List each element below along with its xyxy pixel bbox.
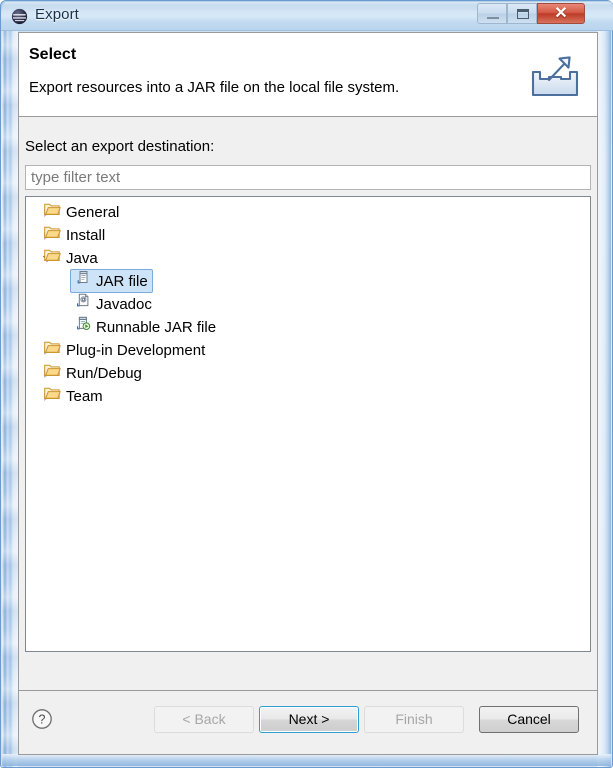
tree-item-content: Team <box>42 384 107 408</box>
tree-item-label: Plug-in Development <box>66 341 206 359</box>
maximize-button[interactable] <box>507 3 537 24</box>
next-button[interactable]: Next > <box>259 706 359 733</box>
tree-item-content: JAR file <box>70 269 153 294</box>
tree-item-run-debug[interactable]: Run/Debug <box>26 361 590 384</box>
jar-file-icon <box>75 269 91 291</box>
eclipse-icon <box>11 8 28 25</box>
window-frame-bottom-edge <box>2 754 611 766</box>
wizard-body: Select an export destination: General Ins… <box>19 118 597 690</box>
window-title: Export <box>35 6 79 23</box>
folder-icon <box>44 200 61 223</box>
tree-item-java[interactable]: Java <box>26 246 590 269</box>
folder-icon <box>44 246 61 269</box>
wizard-header: Select Export resources into a JAR file … <box>19 33 597 117</box>
export-destination-tree[interactable]: General Install Java JAR file Javadoc Runnabl… <box>25 196 591 652</box>
close-button[interactable]: ✕ <box>537 3 585 24</box>
tree-item-install[interactable]: Install <box>26 223 590 246</box>
tree-item-content: Java <box>42 246 102 270</box>
tree-item-content: Javadoc <box>73 292 156 316</box>
window-frame: Export ✕ Select Export resources into a … <box>0 0 613 768</box>
tree-item-label: Team <box>66 387 103 405</box>
tree-item-label: Install <box>66 226 106 244</box>
tree-item-plug-in-development[interactable]: Plug-in Development <box>26 338 590 361</box>
tree-item-label: Runnable JAR file <box>96 318 217 336</box>
back-button[interactable]: < Back <box>154 706 254 733</box>
minimize-icon <box>487 17 499 19</box>
tree-item-runnable-jar-file[interactable]: Runnable JAR file <box>26 315 590 338</box>
folder-icon <box>44 384 61 407</box>
folder-icon <box>44 223 61 246</box>
tree-item-label: General <box>66 203 120 221</box>
finish-button[interactable]: Finish <box>364 706 464 733</box>
minimize-button[interactable] <box>477 3 507 24</box>
tree-item-content: Runnable JAR file <box>73 315 220 339</box>
tree-item-content: Run/Debug <box>42 361 146 385</box>
maximize-icon <box>517 9 529 19</box>
javadoc-icon <box>75 292 91 315</box>
tree-item-jar-file[interactable]: JAR file <box>26 269 590 294</box>
tree-list: General Install Java JAR file Javadoc Runnabl… <box>26 200 590 407</box>
title-bar[interactable]: Export ✕ <box>1 1 613 31</box>
tree-item-content: Install <box>42 223 109 247</box>
svg-text:?: ? <box>39 712 46 726</box>
cancel-button[interactable]: Cancel <box>479 706 579 733</box>
close-icon: ✕ <box>554 5 568 22</box>
window-frame-right-edge <box>597 31 611 767</box>
export-dialog: Select Export resources into a JAR file … <box>18 32 598 755</box>
tree-item-label: Java <box>66 249 98 267</box>
tree-item-label: Run/Debug <box>66 364 142 382</box>
tree-item-content: General <box>42 200 123 224</box>
help-question-icon[interactable]: ? <box>31 708 53 730</box>
window-frame-left-edge <box>2 31 18 767</box>
export-wizard-icon <box>526 46 584 104</box>
folder-icon <box>44 361 61 384</box>
tree-item-content: Plug-in Development <box>42 338 209 362</box>
folder-icon <box>44 338 61 361</box>
tree-item-javadoc[interactable]: Javadoc <box>26 292 590 315</box>
page-title: Select <box>29 46 77 63</box>
tree-item-team[interactable]: Team <box>26 384 590 407</box>
page-description: Export resources into a JAR file on the … <box>29 79 400 96</box>
dialog-button-bar: ? < Back Next > Finish Cancel <box>19 690 597 754</box>
tree-item-general[interactable]: General <box>26 200 590 223</box>
runnable-jar-icon <box>75 315 91 338</box>
tree-item-label: Javadoc <box>96 295 152 313</box>
destination-label: Select an export destination: <box>25 138 215 155</box>
tree-item-label: JAR file <box>96 272 148 290</box>
filter-input[interactable] <box>25 165 591 190</box>
